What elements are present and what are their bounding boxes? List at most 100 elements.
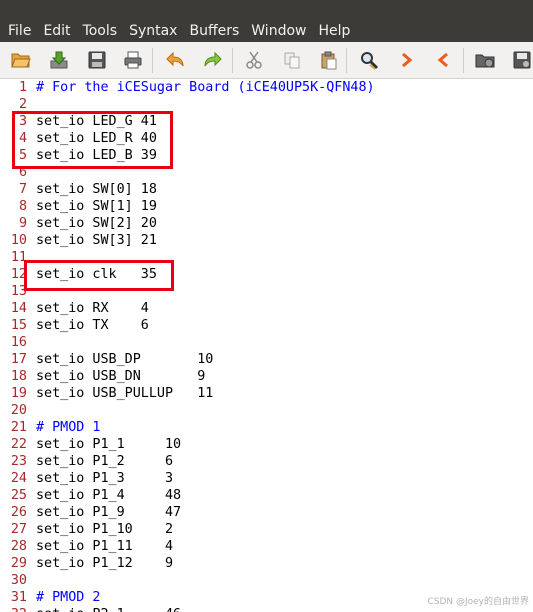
find-previous-icon[interactable] bbox=[432, 48, 456, 72]
code-line[interactable]: 24 set_io P1_3 3 bbox=[0, 470, 533, 487]
comment-text: # PMOD 2 bbox=[36, 590, 101, 605]
line-number: 25 bbox=[10, 488, 27, 503]
cut-icon[interactable] bbox=[242, 48, 266, 72]
code-text: set_io TX 6 bbox=[36, 318, 149, 333]
code-text: set_io P1_2 6 bbox=[36, 454, 174, 469]
menu-file[interactable]: File bbox=[0, 20, 37, 42]
code-text: set_io P1_9 47 bbox=[36, 505, 182, 520]
line-number: 28 bbox=[10, 539, 27, 554]
watermark: CSDN @Joey的自由世界 bbox=[427, 597, 529, 607]
code-text: set_io P2_1 46 bbox=[27, 607, 181, 612]
save-session-icon[interactable] bbox=[510, 48, 533, 72]
code-line[interactable]: 29 set_io P1_12 9 bbox=[0, 555, 533, 572]
code-line[interactable]: 27 set_io P1_10 2 bbox=[0, 521, 533, 538]
menu-syntax[interactable]: Syntax bbox=[123, 20, 183, 42]
code-line[interactable]: 14 set_io RX 4 bbox=[0, 300, 533, 317]
find-replace-icon[interactable] bbox=[357, 48, 381, 72]
line-number: 15 bbox=[10, 318, 27, 333]
line-number: 17 bbox=[10, 352, 27, 367]
code-line[interactable]: 23 set_io P1_2 6 bbox=[0, 453, 533, 470]
menu-buffers[interactable]: Buffers bbox=[183, 20, 245, 42]
code-text: set_io USB_PULLUP 11 bbox=[36, 386, 214, 401]
code-text: set_io P1_12 9 bbox=[36, 556, 174, 571]
code-text: set_io SW[2] 20 bbox=[36, 216, 157, 231]
code-text: set_io P1_4 48 bbox=[36, 488, 182, 503]
toolbar-separator bbox=[152, 48, 153, 73]
code-line[interactable]: 16 bbox=[0, 334, 533, 351]
code-line[interactable]: 10 set_io SW[3] 21 bbox=[0, 232, 533, 249]
copy-icon[interactable] bbox=[280, 48, 304, 72]
code-line[interactable]: 19 set_io USB_PULLUP 11 bbox=[0, 385, 533, 402]
line-number: 19 bbox=[10, 386, 27, 401]
line-number: 31 bbox=[10, 590, 27, 605]
open-file-icon[interactable] bbox=[9, 48, 33, 72]
code-line[interactable]: 28 set_io P1_11 4 bbox=[0, 538, 533, 555]
code-text: set_io P1_10 2 bbox=[36, 522, 174, 537]
line-number: 1 bbox=[18, 80, 27, 95]
code-text: set_io USB_DP 10 bbox=[36, 352, 214, 367]
line-number: 18 bbox=[10, 369, 27, 384]
code-line[interactable]: 21 # PMOD 1 bbox=[0, 419, 533, 436]
code-line[interactable]: 20 bbox=[0, 402, 533, 419]
text-editor[interactable]: 1 # For the iCESugar Board (iCE40UP5K-QFN… bbox=[0, 79, 533, 612]
menu-bar: File Edit Tools Syntax Buffers Window He… bbox=[0, 0, 533, 42]
toolbar-separator bbox=[346, 48, 347, 73]
menu-window[interactable]: Window bbox=[245, 20, 312, 42]
code-line[interactable]: 25 set_io P1_4 48 bbox=[0, 487, 533, 504]
highlight-box-clk-pin bbox=[24, 260, 174, 291]
line-number: 29 bbox=[10, 556, 27, 571]
comment-text: # For the iCESugar Board (iCE40UP5K-QFN4… bbox=[36, 80, 375, 95]
code-text: set_io SW[1] 19 bbox=[36, 199, 157, 214]
redo-icon[interactable] bbox=[200, 48, 224, 72]
line-number: 21 bbox=[10, 420, 27, 435]
code-text: set_io P1_3 3 bbox=[36, 471, 174, 486]
paste-icon[interactable] bbox=[317, 48, 341, 72]
line-number: 23 bbox=[10, 454, 27, 469]
code-line[interactable]: 26 set_io P1_9 47 bbox=[0, 504, 533, 521]
highlight-box-led-pins bbox=[12, 111, 173, 169]
code-line[interactable]: 7 set_io SW[0] 18 bbox=[0, 181, 533, 198]
line-number: 14 bbox=[10, 301, 27, 316]
code-line[interactable]: 1 # For the iCESugar Board (iCE40UP5K-QFN… bbox=[0, 79, 533, 96]
code-text: set_io RX 4 bbox=[36, 301, 149, 316]
code-line[interactable]: 9 set_io SW[2] 20 bbox=[0, 215, 533, 232]
line-number: 27 bbox=[10, 522, 27, 537]
code-line[interactable]: 8 set_io SW[1] 19 bbox=[0, 198, 533, 215]
code-line[interactable]: 15 set_io TX 6 bbox=[0, 317, 533, 334]
line-number: 30 bbox=[10, 573, 27, 588]
undo-icon[interactable] bbox=[164, 48, 188, 72]
save-download-icon[interactable] bbox=[47, 48, 71, 72]
load-session-icon[interactable] bbox=[473, 48, 497, 72]
code-text: set_io SW[0] 18 bbox=[36, 182, 157, 197]
menu-help[interactable]: Help bbox=[312, 20, 356, 42]
line-number: 22 bbox=[10, 437, 27, 452]
code-line[interactable]: 30 bbox=[0, 572, 533, 589]
line-number: 26 bbox=[10, 505, 27, 520]
toolbar bbox=[0, 42, 533, 79]
line-number: 11 bbox=[10, 250, 27, 265]
line-number: 9 bbox=[18, 216, 27, 231]
toolbar-separator bbox=[463, 48, 464, 73]
code-text: set_io SW[3] 21 bbox=[36, 233, 157, 248]
save-all-icon[interactable] bbox=[85, 48, 109, 72]
line-number: 20 bbox=[10, 403, 27, 418]
code-line[interactable]: 22 set_io P1_1 10 bbox=[0, 436, 533, 453]
code-text: set_io USB_DN 9 bbox=[36, 369, 206, 384]
line-number: 8 bbox=[18, 199, 27, 214]
code-line[interactable]: 18 set_io USB_DN 9 bbox=[0, 368, 533, 385]
line-number: 12 bbox=[10, 267, 27, 282]
line-number: 10 bbox=[10, 233, 27, 248]
code-line[interactable]: 17 set_io USB_DP 10 bbox=[0, 351, 533, 368]
print-icon[interactable] bbox=[121, 48, 145, 72]
find-next-icon[interactable] bbox=[394, 48, 418, 72]
menu-edit[interactable]: Edit bbox=[37, 20, 76, 42]
menu-tools[interactable]: Tools bbox=[77, 20, 124, 42]
code-text: set_io P1_1 10 bbox=[36, 437, 182, 452]
line-number: 7 bbox=[18, 182, 27, 197]
line-number: 13 bbox=[10, 284, 27, 299]
code-text: set_io P1_11 4 bbox=[36, 539, 174, 554]
line-number: 32 bbox=[0, 606, 27, 612]
